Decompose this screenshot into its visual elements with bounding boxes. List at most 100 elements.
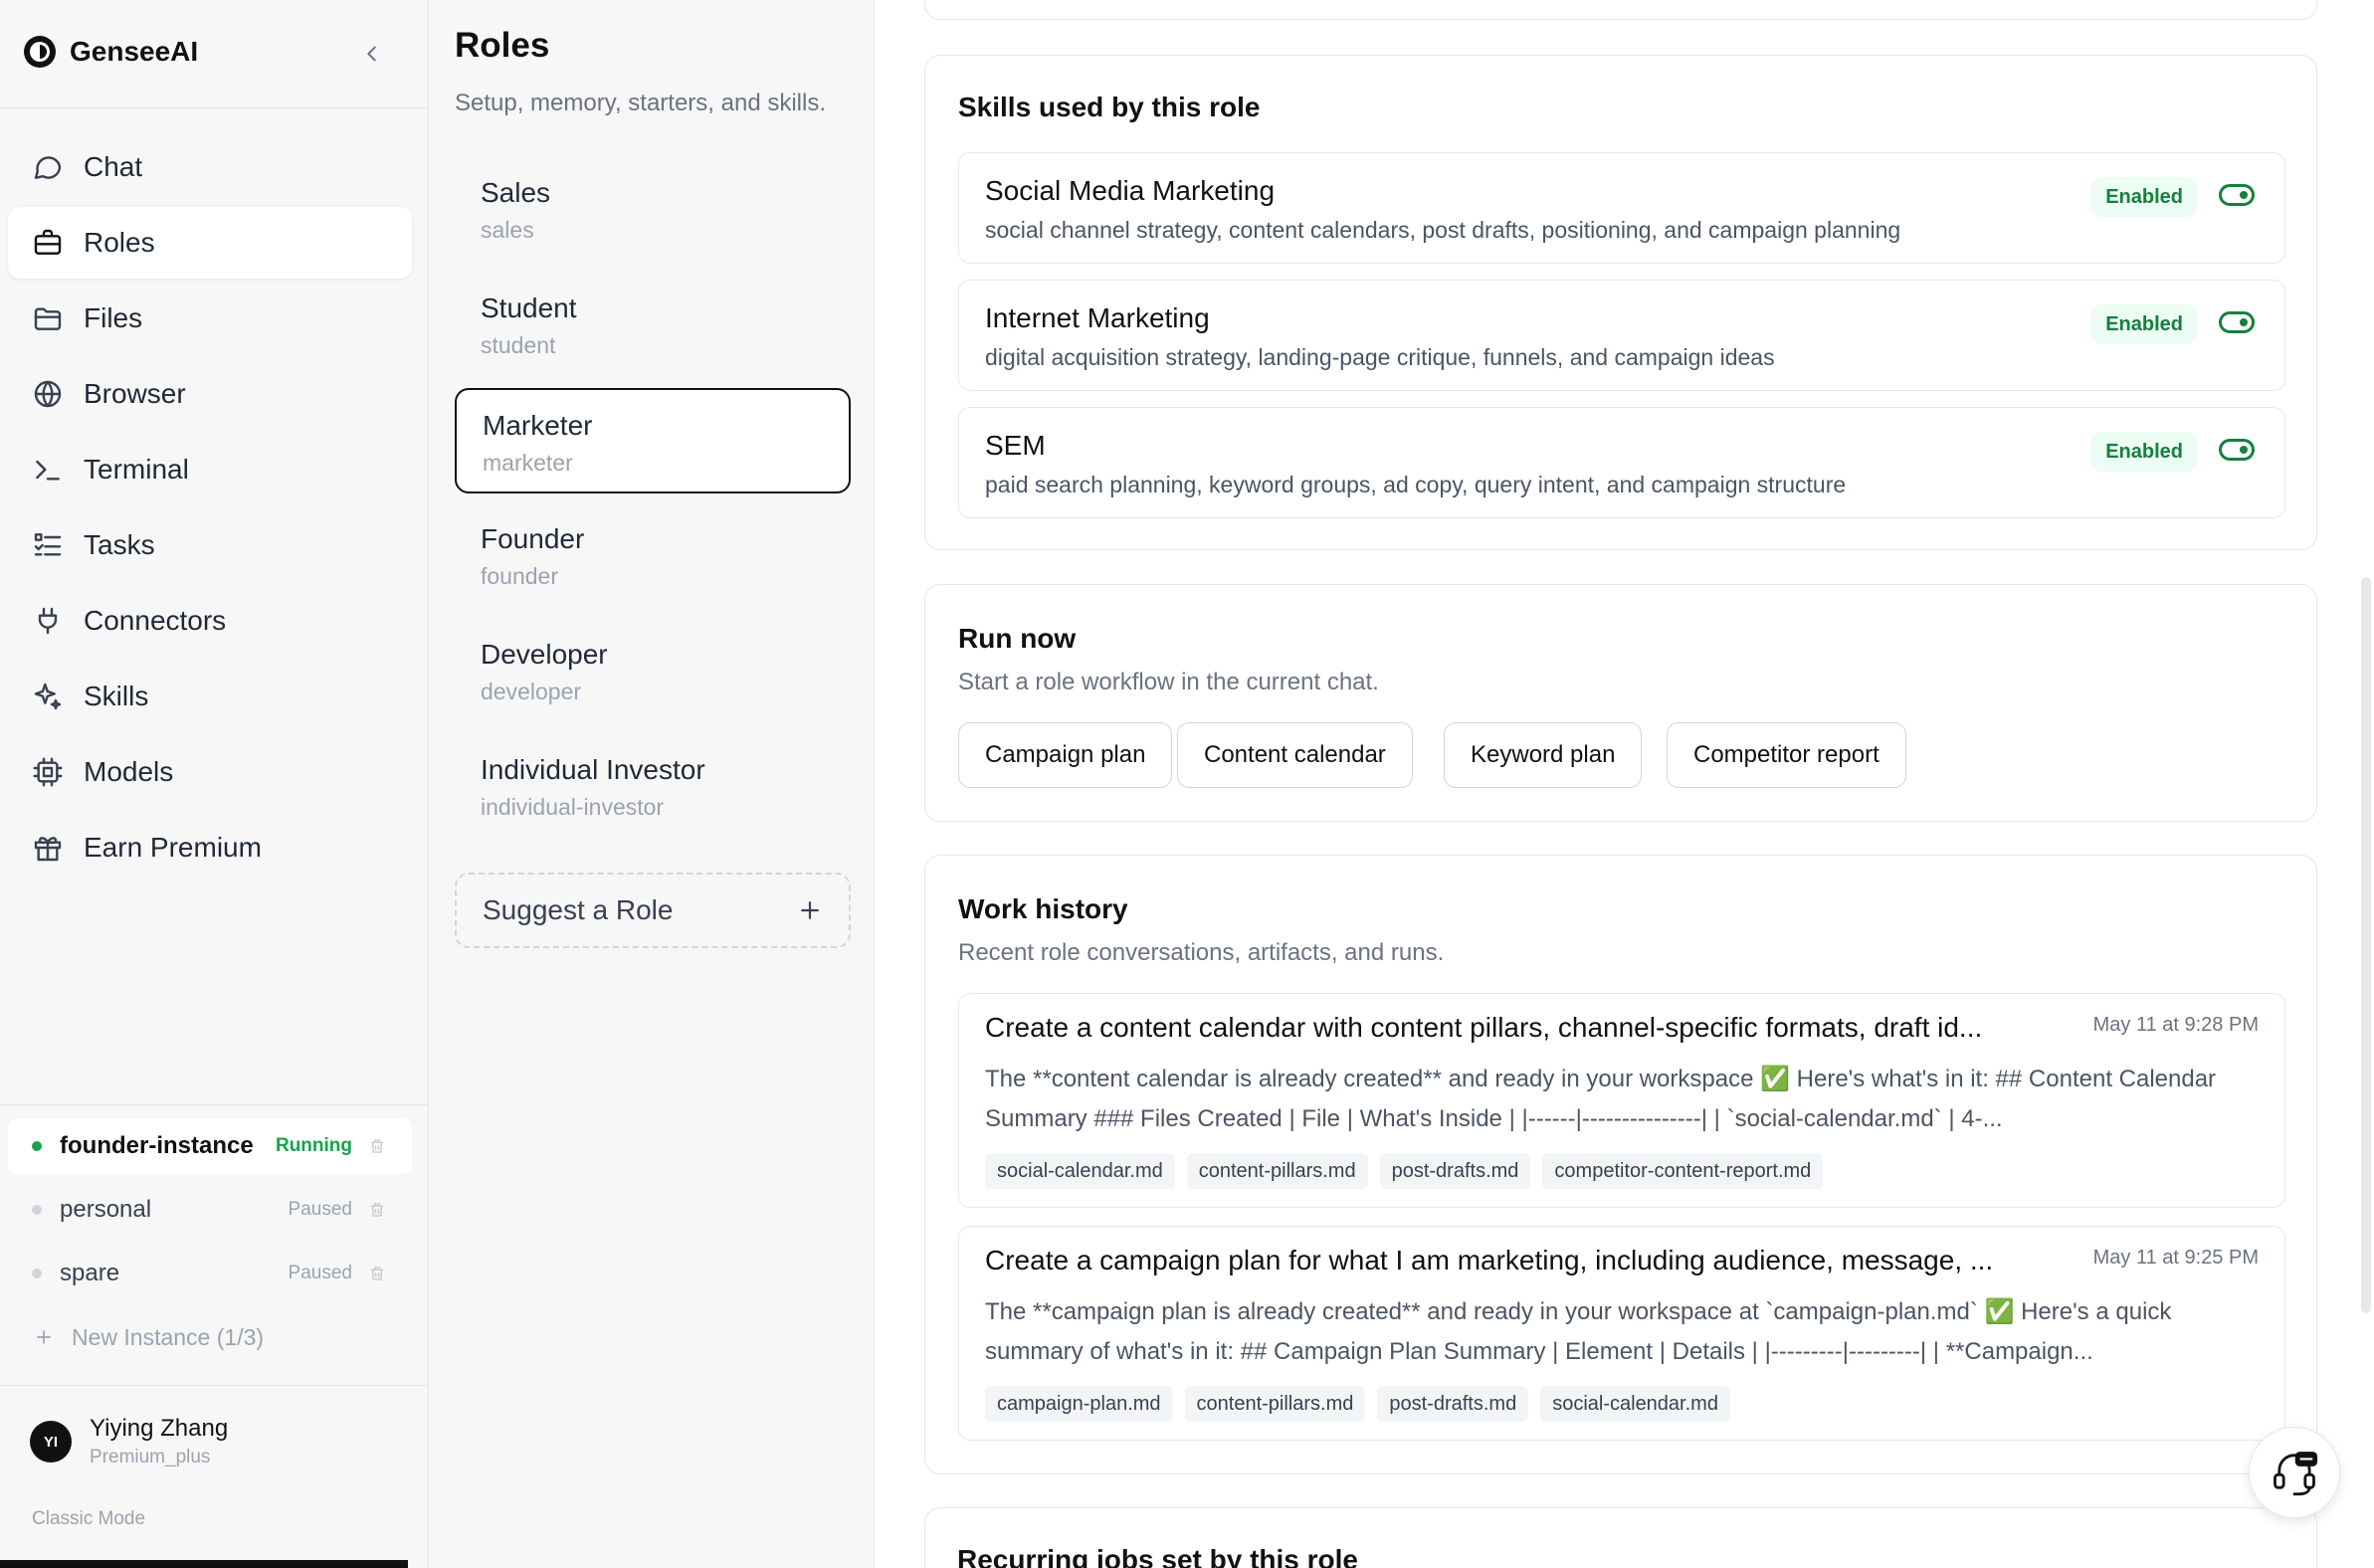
nav-item-tasks[interactable]: Tasks [8,509,412,581]
nav-item-connectors[interactable]: Connectors [8,585,412,657]
trash-icon[interactable] [368,1264,386,1283]
instance-name: spare [60,1260,120,1286]
instance-list: founder-instance Running personal Paused… [8,1118,412,1365]
history-preview: The **campaign plan is already created**… [985,1298,2172,1365]
history-preview: The **content calendar is already create… [985,1066,2217,1132]
status-badge: Enabled [2091,304,2197,344]
artifact-tag[interactable]: post-drafts.md [1377,1386,1529,1422]
role-item-sales[interactable]: Sales sales [455,157,851,263]
nav-item-chat[interactable]: Chat [8,131,412,203]
history-item[interactable]: Create a content calendar with content p… [958,993,2285,1208]
nav-item-roles[interactable]: Roles [8,207,412,279]
card-title: Skills used by this role [958,92,1261,122]
support-chat-button[interactable] [2249,1427,2340,1518]
content-calendar-button[interactable]: Content calendar [1177,722,1413,788]
instance-item[interactable]: spare Paused [8,1246,412,1301]
history-item[interactable]: Create a campaign plan for what I am mar… [958,1226,2285,1441]
artifact-tag[interactable]: content-pillars.md [1186,1153,1368,1189]
nav-item-models[interactable]: Models [8,736,412,808]
page-title: Roles [455,26,550,65]
user-name: Yiying Zhang [90,1415,229,1442]
instance-item[interactable]: founder-instance Running [8,1118,412,1174]
role-item-founder[interactable]: Founder founder [455,503,851,609]
new-instance-button[interactable]: New Instance (1/3) [8,1309,412,1365]
page-subtitle: Setup, memory, starters, and skills. [455,90,827,116]
skill-toggle[interactable] [2219,439,2255,461]
skill-description: digital acquisition strategy, landing-pa… [985,344,1775,370]
history-title: Create a content calendar with content p… [985,1012,1983,1043]
window-bottom-bar [0,1560,408,1568]
suggest-role-label: Suggest a Role [483,894,674,925]
role-name: Developer [481,639,608,670]
artifact-tag[interactable]: social-calendar.md [1540,1386,1730,1422]
skill-toggle[interactable] [2219,311,2255,333]
role-slug: founder [481,563,559,589]
nav-label: Terminal [84,454,189,485]
role-item-marketer[interactable]: Marketer marketer [455,388,851,493]
role-name: Sales [481,177,551,208]
chevron-left-icon [367,46,376,62]
briefcase-icon [34,229,62,255]
artifact-tag[interactable]: post-drafts.md [1379,1153,1531,1189]
suggest-role-button[interactable]: Suggest a Role [455,873,851,948]
artifact-tag[interactable]: competitor-content-report.md [1542,1153,1824,1189]
nav-item-earn-premium[interactable]: Earn Premium [8,812,412,883]
role-detail: Skills used by this role Social Media Ma… [875,0,2374,1568]
role-name: Marketer [483,410,593,441]
skill-toggle[interactable] [2219,184,2255,206]
user-profile[interactable]: YI Yiying Zhang Premium_plus [30,1415,228,1469]
collapse-sidebar-button[interactable] [354,36,390,72]
instance-name: founder-instance [60,1132,254,1159]
card-title: Work history [958,893,1128,924]
brand-name: GenseeAI [70,36,199,67]
trash-icon[interactable] [368,1200,386,1220]
role-item-student[interactable]: Student student [455,273,851,378]
skill-item[interactable]: SEM paid search planning, keyword groups… [958,407,2285,518]
skill-item[interactable]: Social Media Marketing social channel st… [958,152,2285,264]
role-item-individual-investor[interactable]: Individual Investor individual-investor [455,734,851,840]
status-dot [32,1141,42,1151]
artifact-tag[interactable]: campaign-plan.md [985,1386,1173,1422]
history-timestamp: May 11 at 9:28 PM [2092,1014,2259,1036]
nav-item-files[interactable]: Files [8,283,412,354]
nav-item-terminal[interactable]: Terminal [8,434,412,505]
competitor-report-button[interactable]: Competitor report [1667,722,1906,788]
skill-name: Internet Marketing [985,302,1210,333]
plus-icon [801,901,819,919]
folder-icon [34,307,62,330]
artifact-tag[interactable]: content-pillars.md [1184,1386,1366,1422]
card-subtitle: Recent role conversations, artifacts, an… [958,939,1445,966]
tasks-icon [34,533,62,556]
brand[interactable]: GenseeAI [24,30,198,74]
role-list: Sales sales Student student Marketer mar… [455,157,851,850]
main-nav: Chat Roles Files Browser Terminal Tasks [8,131,412,887]
divider [0,107,428,108]
nav-item-browser[interactable]: Browser [8,358,412,430]
artifact-tag[interactable]: social-calendar.md [985,1153,1175,1189]
keyword-plan-button[interactable]: Keyword plan [1444,722,1643,788]
skill-name: Social Media Marketing [985,175,1276,206]
role-item-developer[interactable]: Developer developer [455,619,851,724]
nav-item-skills[interactable]: Skills [8,661,412,732]
campaign-plan-button[interactable]: Campaign plan [958,722,1173,788]
role-name: Founder [481,523,585,554]
nav-label: Files [84,302,143,333]
trash-icon[interactable] [368,1136,386,1156]
skill-description: social channel strategy, content calenda… [985,217,1901,243]
role-slug: student [481,332,556,358]
user-plan: Premium_plus [90,1447,211,1468]
instance-item[interactable]: personal Paused [8,1182,412,1238]
scrollbar[interactable] [2361,577,2371,1313]
role-slug: marketer [483,450,573,476]
classic-mode-link[interactable]: Classic Mode [32,1508,145,1530]
nav-label: Chat [84,151,143,182]
chip-icon [33,757,63,787]
artifact-tags: campaign-plan.md content-pillars.md post… [985,1386,1730,1422]
status-dot [32,1205,42,1215]
skill-description: paid search planning, keyword groups, ad… [985,472,1847,497]
history-timestamp: May 11 at 9:25 PM [2092,1247,2259,1269]
skill-item[interactable]: Internet Marketing digital acquisition s… [958,280,2285,391]
nav-label: Earn Premium [84,832,262,863]
artifact-tags: social-calendar.md content-pillars.md po… [985,1153,1824,1189]
nav-label: Browser [84,378,186,409]
